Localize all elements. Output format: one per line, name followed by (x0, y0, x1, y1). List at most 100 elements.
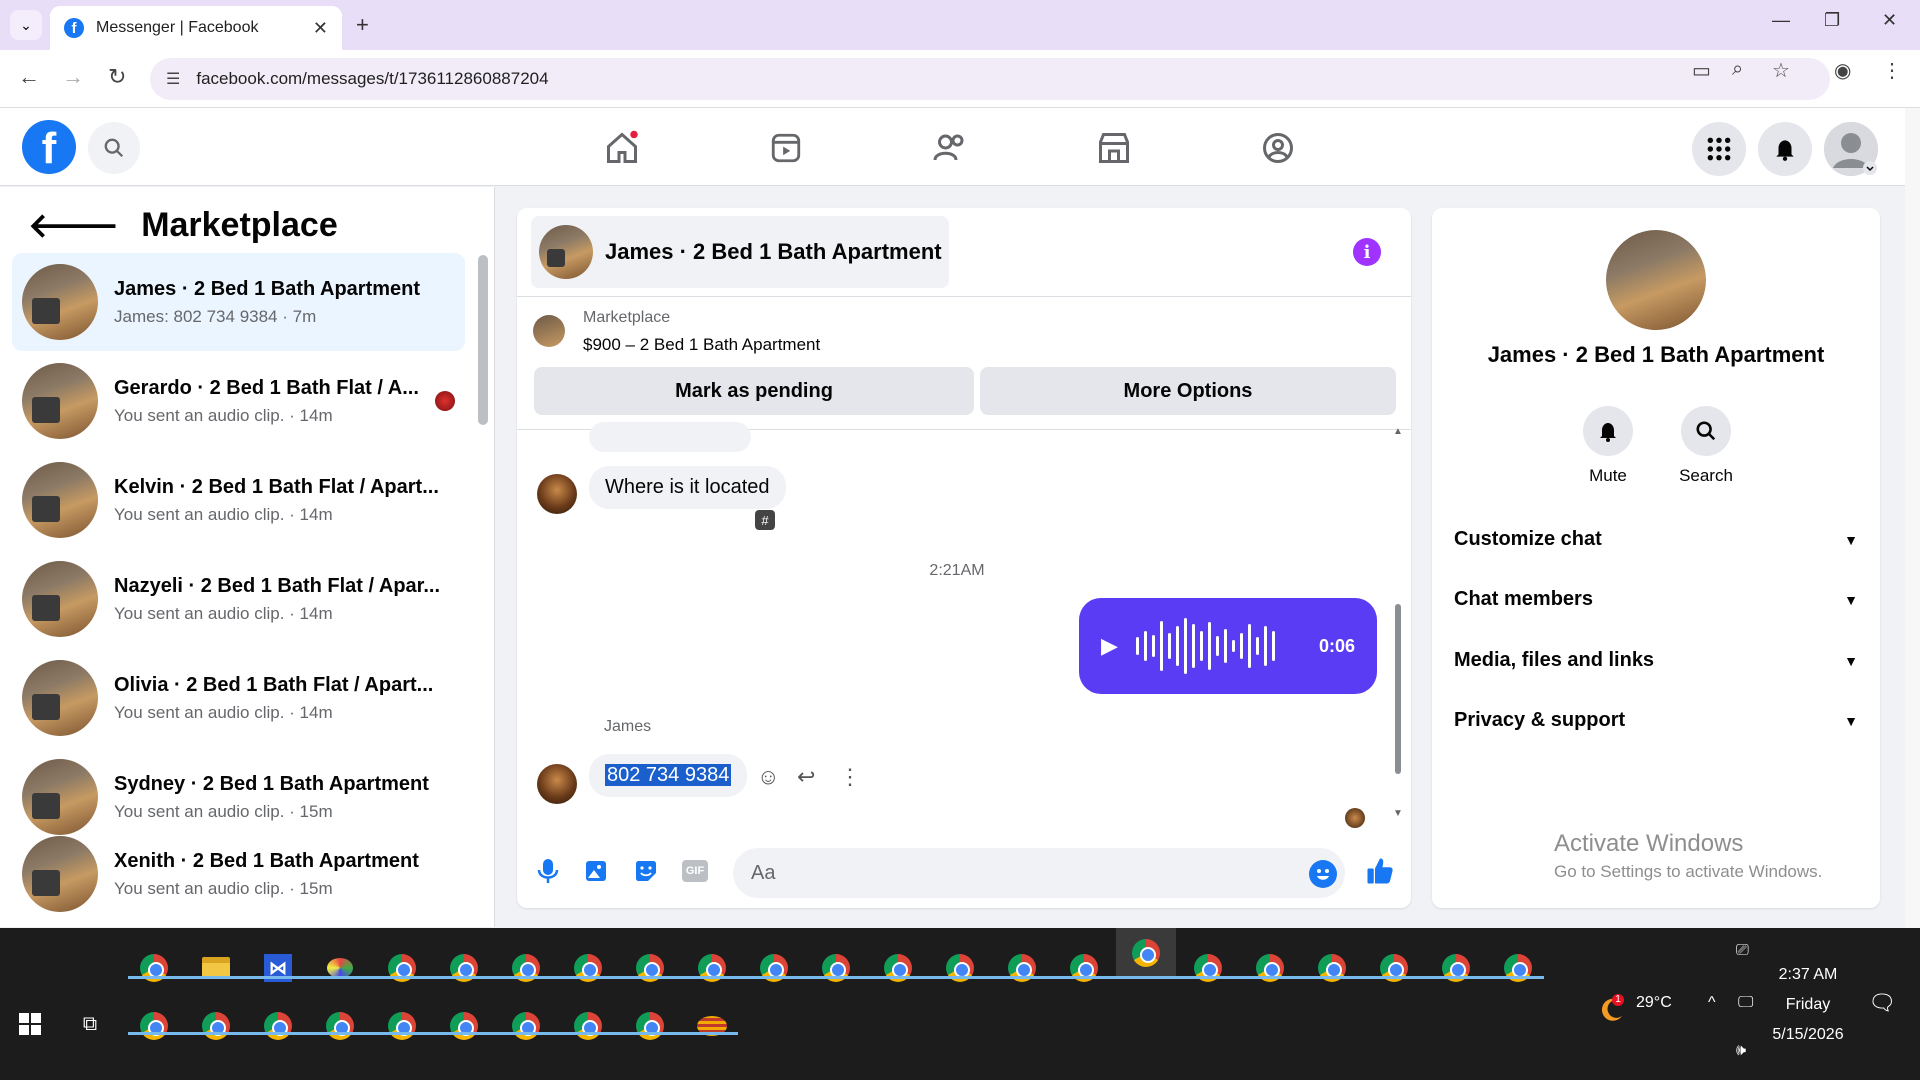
bookmark-star-icon[interactable]: ☆ (1772, 58, 1790, 83)
conversation-item-nazyeli[interactable]: Nazyeli · 2 Bed 1 Bath Flat / Apar... You… (12, 550, 465, 648)
chat-header[interactable]: James · 2 Bed 1 Bath Apartment (531, 216, 949, 288)
taskbar-chrome-icon[interactable] (816, 948, 856, 988)
marketplace-nav-button[interactable] (1092, 126, 1136, 170)
mark-as-pending-button[interactable]: Mark as pending (534, 367, 974, 415)
facebook-search-button[interactable] (88, 122, 140, 174)
conversation-item-olivia[interactable]: Olivia · 2 Bed 1 Bath Flat / Apart... You… (12, 649, 465, 747)
network-icon[interactable]: 🖵 (1738, 994, 1753, 1012)
weather-temp[interactable]: 29°C (1636, 994, 1672, 1012)
taskbar-chrome-icon[interactable] (258, 1006, 298, 1046)
more-options-button[interactable]: More Options (980, 367, 1396, 415)
selected-phone-text[interactable]: 802 734 9384 (605, 764, 732, 786)
taskbar-chrome-icon[interactable] (506, 948, 546, 988)
taskbar-chrome-icon[interactable] (1188, 948, 1228, 988)
search-in-conversation-button[interactable]: Search (1676, 406, 1736, 486)
task-view-icon[interactable]: ⧉ (70, 1004, 110, 1044)
watch-nav-button[interactable] (764, 126, 808, 170)
taskbar-app-icon[interactable]: ⋈ (258, 948, 298, 988)
audio-message-bubble[interactable]: ▶ 0:06 (1079, 598, 1377, 694)
taskbar-chrome-icon[interactable] (630, 1006, 670, 1046)
facebook-logo-icon[interactable]: f (22, 120, 76, 174)
menu-button[interactable] (1692, 122, 1746, 176)
browser-tab[interactable]: f Messenger | Facebook ✕ (50, 6, 342, 50)
minimize-button[interactable]: — (1772, 10, 1790, 31)
menu-kebab-icon[interactable]: ⋮ (1882, 58, 1902, 83)
windows-start-icon[interactable] (10, 1004, 50, 1044)
tab-search-dropdown[interactable]: ⌄ (10, 10, 42, 40)
taskbar-chrome-icon[interactable] (1312, 948, 1352, 988)
taskbar-chrome-icon[interactable] (1436, 948, 1476, 988)
reload-button[interactable]: ↻ (108, 64, 126, 90)
emoji-icon[interactable] (1309, 860, 1337, 888)
microphone-icon[interactable] (535, 858, 561, 884)
conversation-item-kelvin[interactable]: Kelvin · 2 Bed 1 Bath Flat / Apart... You… (12, 451, 465, 549)
taskbar-chrome-icon[interactable] (1374, 948, 1414, 988)
privacy-support-section[interactable]: Privacy & support ▼ (1454, 709, 1858, 732)
message-bubble-phone[interactable]: 802 734 9384 (589, 754, 748, 797)
taskbar-chrome-icon[interactable] (754, 948, 794, 988)
taskbar-app-stripes-icon[interactable] (692, 1006, 732, 1046)
taskbar-chrome-icon[interactable] (134, 948, 174, 988)
taskbar-chrome-icon[interactable] (1498, 948, 1538, 988)
back-button[interactable]: ← (18, 64, 40, 90)
message-input[interactable]: Aa (733, 848, 1345, 898)
more-actions-icon[interactable]: ⋮ (839, 764, 861, 790)
mute-button[interactable]: Mute (1578, 406, 1638, 486)
taskbar-chrome-icon[interactable] (382, 1006, 422, 1046)
taskbar-chrome-icon[interactable] (1002, 948, 1042, 988)
new-tab-button[interactable]: + (356, 12, 369, 38)
notifications-button[interactable] (1758, 122, 1812, 176)
taskbar-chrome-icon[interactable] (320, 1006, 360, 1046)
restore-button[interactable]: ❐ (1824, 10, 1840, 31)
friends-nav-button[interactable] (928, 126, 972, 170)
taskbar-chrome-icon[interactable] (940, 948, 980, 988)
taskbar-chrome-icon[interactable] (568, 948, 608, 988)
chat-members-section[interactable]: Chat members ▼ (1454, 588, 1858, 611)
scroll-thumb[interactable] (1395, 604, 1401, 774)
forward-button[interactable]: → (62, 64, 84, 90)
install-app-icon[interactable]: ▭ (1692, 58, 1711, 83)
close-tab-icon[interactable]: ✕ (313, 18, 328, 39)
photo-icon[interactable] (583, 858, 609, 884)
info-icon[interactable]: i (1353, 238, 1381, 266)
taskbar-chrome-icon[interactable] (692, 948, 732, 988)
conversation-list-scrollbar[interactable] (478, 255, 488, 425)
tray-camera-icon[interactable]: ⎚ (1736, 942, 1749, 960)
volume-icon[interactable]: 🕪 (1736, 1042, 1746, 1060)
address-bar[interactable]: ☰ facebook.com/messages/t/17361128608872… (150, 58, 1830, 100)
site-settings-icon[interactable]: ☰ (166, 69, 180, 89)
taskbar-chrome-icon[interactable] (1250, 948, 1290, 988)
paint-icon[interactable] (320, 948, 360, 988)
sticker-icon[interactable] (633, 858, 659, 884)
taskbar-chrome-icon[interactable] (878, 948, 918, 988)
groups-nav-button[interactable] (1256, 126, 1300, 170)
account-avatar-button[interactable] (1824, 122, 1878, 176)
conversation-item-xenith[interactable]: Xenith · 2 Bed 1 Bath Apartment You sent … (12, 827, 465, 921)
taskbar-chrome-icon[interactable] (444, 1006, 484, 1046)
show-hidden-icons-chevron-icon[interactable]: ^ (1708, 994, 1716, 1012)
message-bubble[interactable]: Where is it located (589, 466, 786, 509)
taskbar-chrome-icon[interactable] (134, 1006, 174, 1046)
thumbs-up-icon[interactable] (1365, 856, 1395, 893)
scroll-up-arrow-icon[interactable]: ▲ (1393, 426, 1403, 437)
taskbar-chrome-icon[interactable] (568, 1006, 608, 1046)
taskbar-chrome-icon[interactable] (1064, 948, 1104, 988)
clock-date[interactable]: 5/15/2026 (1766, 1026, 1850, 1044)
reply-icon[interactable]: ↩ (797, 764, 815, 790)
conversation-item-james[interactable]: James · 2 Bed 1 Bath Apartment James: 802… (12, 253, 465, 351)
notification-center-icon[interactable]: 🗨 (1868, 990, 1896, 1016)
zoom-icon[interactable]: ⌕ (1732, 58, 1743, 81)
taskbar-chrome-icon[interactable] (444, 948, 484, 988)
taskbar-chrome-icon-active[interactable] (1116, 928, 1176, 978)
media-files-links-section[interactable]: Media, files and links ▼ (1454, 649, 1858, 672)
page-scrollbar[interactable] (1905, 108, 1920, 928)
scroll-down-arrow-icon[interactable]: ▼ (1393, 808, 1403, 819)
profile-icon[interactable]: ◉ (1834, 58, 1851, 83)
taskbar-chrome-icon[interactable] (630, 948, 670, 988)
clock-time[interactable]: 2:37 AM (1766, 966, 1850, 984)
customize-chat-section[interactable]: Customize chat ▼ (1454, 528, 1858, 551)
gif-icon[interactable]: GIF (681, 858, 709, 884)
file-explorer-icon[interactable] (196, 948, 236, 988)
clock-day[interactable]: Friday (1766, 996, 1850, 1014)
react-smile-icon[interactable]: ☺ (757, 764, 779, 790)
